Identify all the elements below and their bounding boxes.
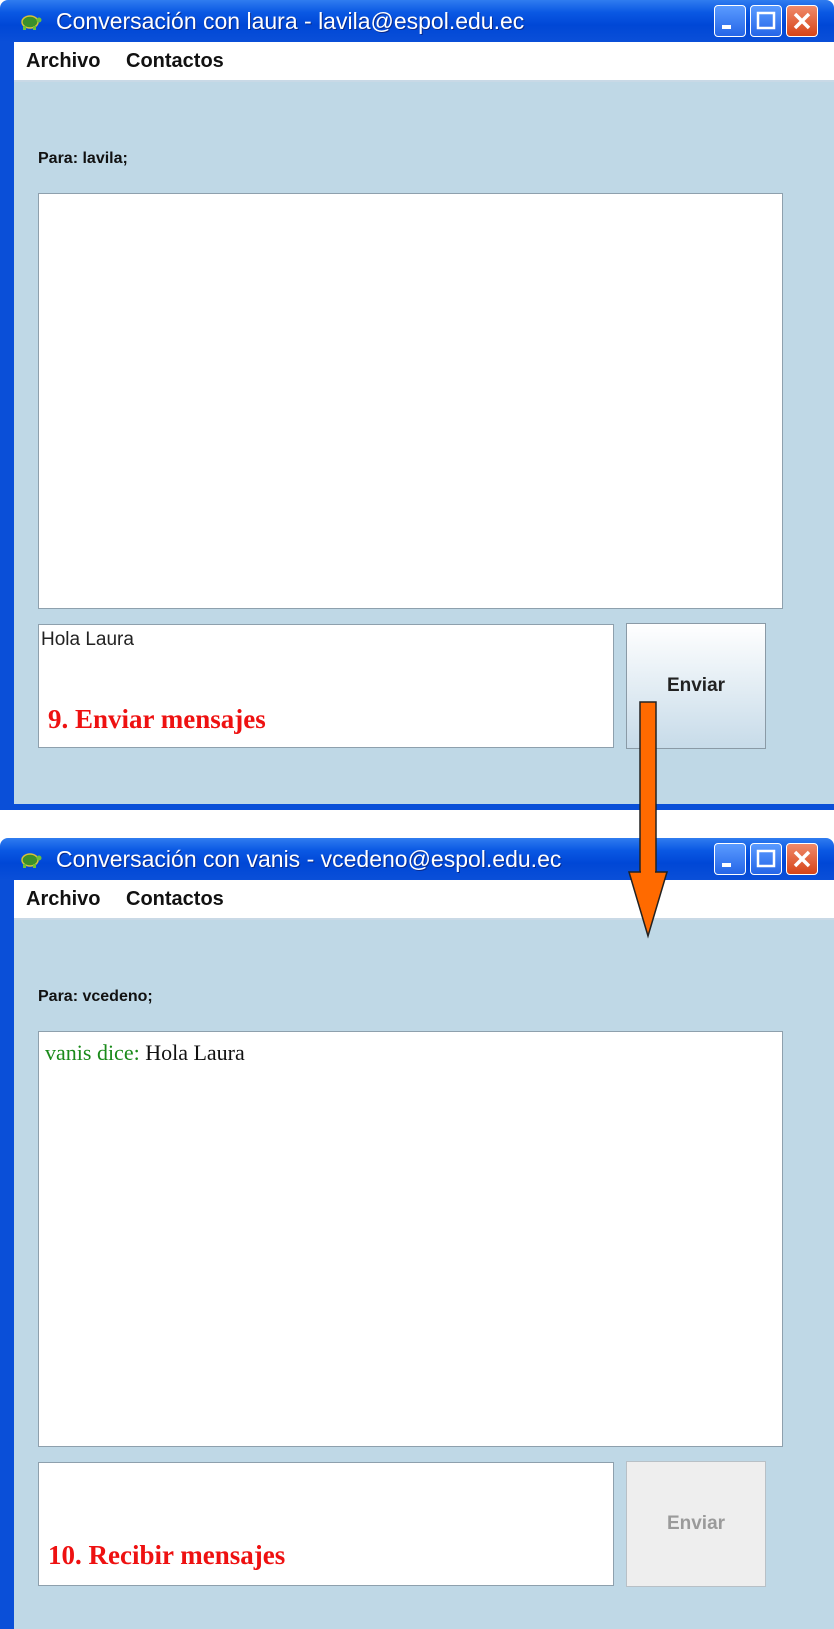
- conversation-area[interactable]: [38, 193, 783, 609]
- chat-panel: Para: lavila; Hola Laura Enviar 9. Envia…: [14, 82, 834, 804]
- menu-archivo[interactable]: Archivo: [26, 50, 100, 73]
- minimize-icon: [722, 25, 731, 29]
- window-title: Conversación con laura - lavila@espol.ed…: [56, 8, 525, 34]
- maximize-button[interactable]: [750, 5, 782, 37]
- menu-contactos[interactable]: Contactos: [126, 888, 224, 911]
- maximize-icon: [756, 849, 776, 868]
- menu-bar: Archivo Contactos: [14, 880, 834, 920]
- message-text: Hola Laura: [139, 1040, 245, 1065]
- chat-window-vanis: Conversación con vanis - vcedeno@espol.e…: [0, 838, 834, 1629]
- window-border: [0, 42, 14, 810]
- window-bottom-border: [0, 804, 834, 810]
- maximize-icon: [756, 11, 776, 30]
- message-line: vanis dice: Hola Laura: [45, 1040, 245, 1066]
- minimize-button[interactable]: [714, 5, 746, 37]
- chat-panel: Para: vcedeno; vanis dice: Hola Laura En…: [14, 920, 834, 1629]
- turtle-icon: [21, 853, 42, 868]
- down-arrow-icon: [627, 701, 669, 939]
- window-border: [0, 880, 14, 1629]
- recipient-label: Para: vcedeno;: [38, 988, 153, 1005]
- turtle-icon: [21, 15, 42, 30]
- message-input-text: Hola Laura: [41, 629, 134, 650]
- recipient-label: Para: lavila;: [38, 150, 128, 167]
- message-author: vanis dice:: [45, 1040, 140, 1065]
- step-caption: 9. Enviar mensajes: [48, 704, 266, 734]
- title-bar[interactable]: Conversación con vanis - vcedeno@espol.e…: [0, 838, 834, 880]
- send-button: Enviar: [626, 1461, 766, 1587]
- menu-bar: Archivo Contactos: [14, 42, 834, 82]
- close-icon: [793, 12, 811, 30]
- conversation-area[interactable]: vanis dice: Hola Laura: [38, 1031, 783, 1447]
- minimize-button[interactable]: [714, 843, 746, 875]
- close-button[interactable]: [786, 843, 818, 875]
- step-caption: 10. Recibir mensajes: [48, 1540, 286, 1570]
- menu-contactos[interactable]: Contactos: [126, 50, 224, 73]
- close-button[interactable]: [786, 5, 818, 37]
- chat-window-laura: Conversación con laura - lavila@espol.ed…: [0, 0, 834, 810]
- window-title: Conversación con vanis - vcedeno@espol.e…: [56, 846, 562, 872]
- title-bar[interactable]: Conversación con laura - lavila@espol.ed…: [0, 0, 834, 42]
- menu-archivo[interactable]: Archivo: [26, 888, 100, 911]
- maximize-button[interactable]: [750, 843, 782, 875]
- close-icon: [793, 850, 811, 868]
- minimize-icon: [722, 863, 731, 867]
